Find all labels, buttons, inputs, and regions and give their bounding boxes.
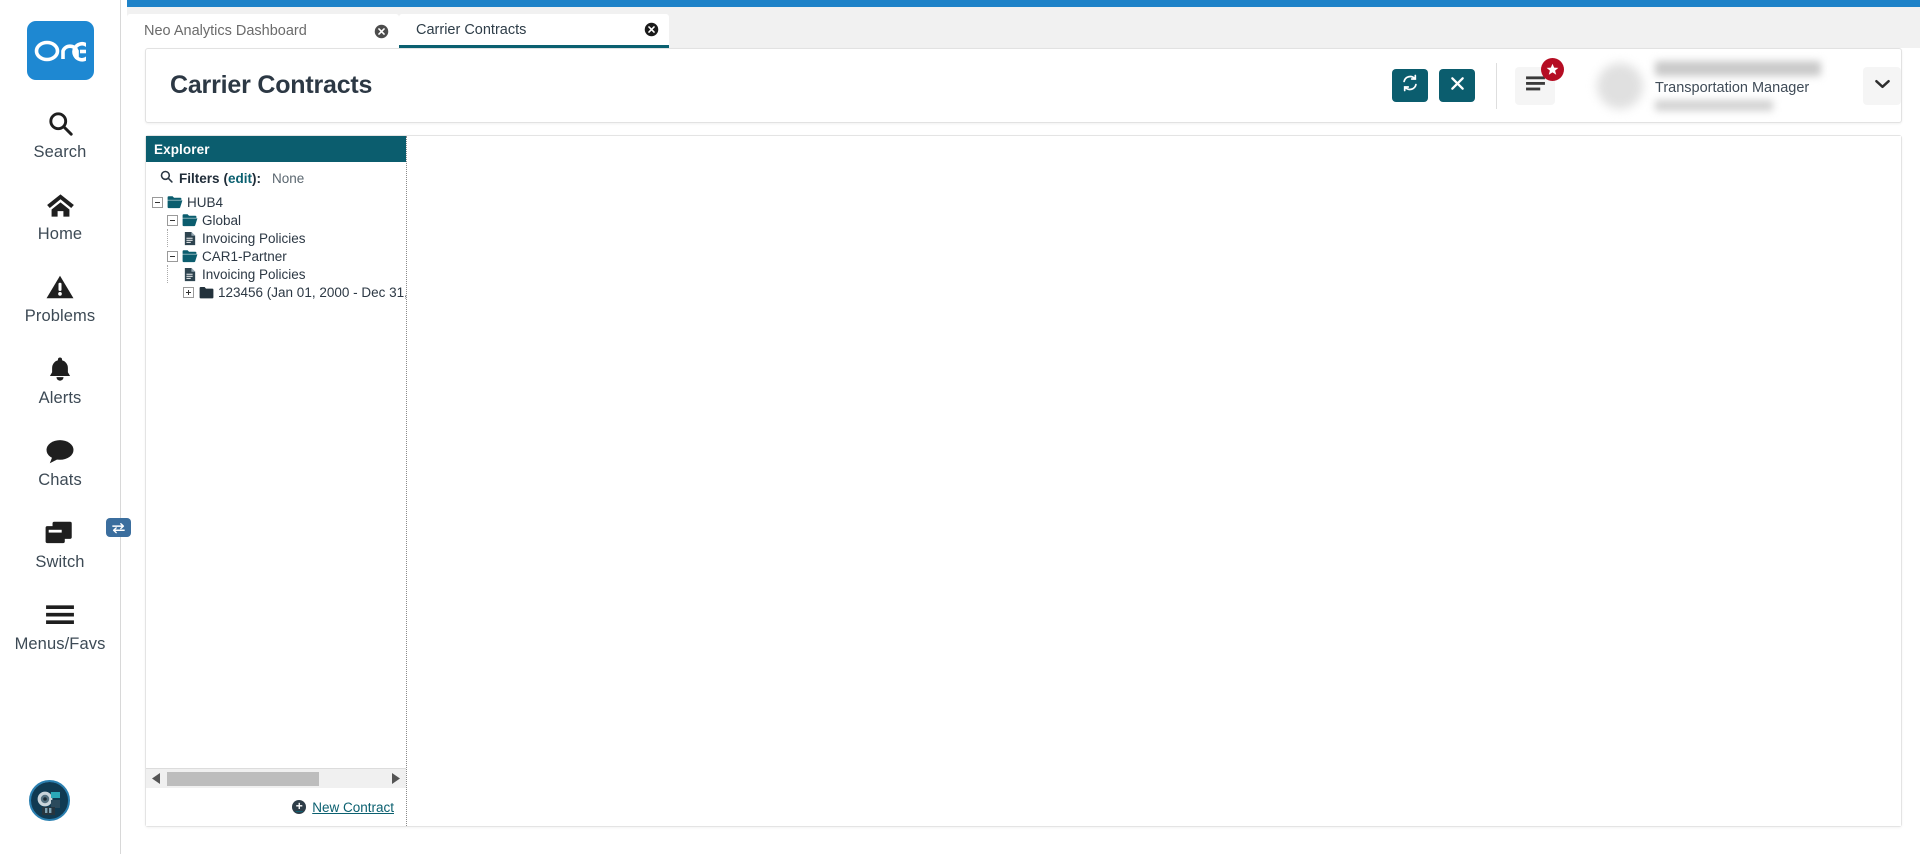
tree-node-label: Global — [202, 212, 242, 228]
explorer-horizontal-scrollbar[interactable] — [146, 768, 406, 788]
contract-tree: HUB4 Global Invoicing Policies CAR1-Part… — [146, 191, 406, 768]
new-contract-button[interactable]: + New Contract — [292, 800, 394, 815]
plus-circle-icon: + — [292, 800, 307, 814]
sidebar-item-label: Problems — [24, 307, 96, 325]
tab-label: Neo Analytics Dashboard — [144, 23, 307, 39]
sidebar-item-menus-favs[interactable]: Menus/Favs — [0, 598, 120, 654]
chevron-down-icon — [1874, 77, 1891, 95]
folder-closed-icon — [198, 284, 214, 300]
top-accent-bar — [127, 0, 1920, 7]
filters-value: None — [272, 170, 305, 186]
user-name-redacted — [1655, 60, 1821, 76]
magnifier-icon — [160, 170, 173, 186]
sidebar-item-label: Chats — [38, 471, 82, 489]
swap-arrows-icon[interactable] — [106, 518, 131, 537]
explorer-panel: Explorer Filters ( edit ): None HUB4 Glo… — [146, 136, 407, 826]
triangle-left-icon[interactable] — [148, 770, 165, 788]
tree-node-label: Invoicing Policies — [202, 230, 306, 246]
tree-node-label: HUB4 — [187, 194, 224, 210]
one-logo[interactable] — [26, 21, 94, 80]
sidebar-item-search[interactable]: Search — [0, 106, 120, 162]
hamburger-menu-icon — [1525, 75, 1546, 97]
tab-neo-analytics-dashboard[interactable]: Neo Analytics Dashboard — [127, 14, 399, 48]
user-menu-toggle[interactable] — [1863, 66, 1901, 105]
filters-close-paren: ): — [252, 170, 262, 186]
windows-stack-icon — [44, 516, 131, 550]
page-header: Carrier Contracts Transportation Manager — [145, 48, 1902, 123]
tree-node[interactable]: CAR1-Partner — [146, 247, 406, 265]
new-contract-label: New Contract — [312, 799, 394, 815]
expand-toggle-icon[interactable] — [183, 286, 194, 298]
collapse-toggle-icon[interactable] — [152, 196, 163, 208]
sidebar-item-label: Search — [33, 143, 87, 161]
close-page-button[interactable] — [1439, 69, 1475, 102]
page-title: Carrier Contracts — [170, 71, 373, 99]
header-divider — [1496, 62, 1497, 109]
hamburger-icon — [45, 598, 75, 632]
left-nav-sidebar: Search Home Problems Alerts Chats Switch… — [0, 0, 131, 854]
tab-strip: Neo Analytics Dashboard Carrier Contract… — [127, 7, 1920, 48]
page-body: Explorer Filters ( edit ): None HUB4 Glo… — [145, 135, 1902, 827]
bell-icon — [47, 352, 73, 386]
filters-label: Filters — [179, 170, 220, 186]
collapse-toggle-icon[interactable] — [167, 214, 178, 226]
sidebar-item-label: Home — [37, 225, 83, 243]
explorer-title: Explorer — [146, 136, 406, 162]
tree-node[interactable]: 123456 (Jan 01, 2000 - Dec 31, — [146, 283, 406, 301]
close-circle-icon[interactable] — [374, 24, 389, 39]
sidebar-item-label: Menus/Favs — [14, 635, 106, 653]
scrollbar-track[interactable] — [165, 771, 387, 786]
user-profile[interactable]: Transportation Manager — [1597, 49, 1821, 122]
sidebar-item-problems[interactable]: Problems — [0, 270, 120, 326]
tree-node[interactable]: Global — [146, 211, 406, 229]
sidebar-item-label: Switch — [35, 553, 85, 571]
tab-carrier-contracts[interactable]: Carrier Contracts — [399, 14, 669, 48]
tree-node-label: Invoicing Policies — [202, 266, 306, 282]
sidebar-item-home[interactable]: Home — [0, 188, 120, 244]
tree-node[interactable]: Invoicing Policies — [146, 265, 406, 283]
user-role: Transportation Manager — [1655, 79, 1810, 96]
triangle-right-icon[interactable] — [387, 770, 404, 788]
refresh-button[interactable] — [1392, 69, 1428, 102]
folder-open-icon — [182, 212, 198, 228]
x-icon — [1449, 75, 1466, 97]
collapse-toggle-icon[interactable] — [167, 250, 178, 262]
avatar — [1597, 62, 1643, 109]
sidebar-item-label: Alerts — [38, 389, 82, 407]
tree-node-label: 123456 (Jan 01, 2000 - Dec 31, — [218, 284, 406, 300]
chat-bubble-icon — [45, 434, 75, 468]
user-org-redacted — [1655, 99, 1773, 111]
explorer-footer: + New Contract — [146, 788, 406, 826]
tree-node[interactable]: Invoicing Policies — [146, 229, 406, 247]
sidebar-item-alerts[interactable]: Alerts — [0, 352, 120, 408]
document-icon — [182, 230, 198, 246]
scrollbar-thumb[interactable] — [167, 771, 319, 786]
tree-guide-line — [167, 265, 178, 283]
tab-label: Carrier Contracts — [416, 21, 527, 38]
user-details: Transportation Manager — [1655, 60, 1821, 111]
folder-open-icon — [182, 248, 198, 264]
tree-node-label: CAR1-Partner — [202, 248, 287, 264]
sidebar-item-switch[interactable]: Switch — [0, 516, 131, 572]
warning-triangle-icon — [46, 270, 74, 304]
filters-edit-link[interactable]: edit — [228, 171, 252, 186]
search-icon — [47, 106, 74, 140]
robot-avatar-icon[interactable] — [29, 780, 70, 821]
favorites-menu-button[interactable] — [1515, 57, 1564, 105]
sidebar-item-chats[interactable]: Chats — [0, 434, 120, 490]
home-icon — [46, 188, 75, 222]
filters-row: Filters ( edit ): None — [146, 162, 406, 191]
contract-detail-pane — [408, 136, 1901, 826]
application-window: Search Home Problems Alerts Chats Switch… — [0, 0, 1920, 854]
refresh-icon — [1401, 74, 1419, 97]
folder-open-icon — [167, 194, 183, 210]
close-circle-icon[interactable] — [644, 22, 659, 37]
header-actions: Transportation Manager — [1392, 49, 1901, 122]
tree-guide-line — [167, 229, 178, 247]
document-icon — [182, 266, 198, 282]
tree-node[interactable]: HUB4 — [146, 193, 406, 211]
star-icon — [1541, 57, 1564, 81]
